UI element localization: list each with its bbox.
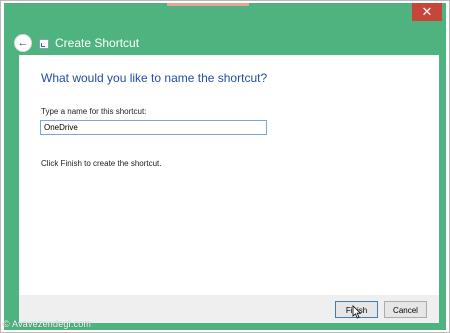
create-shortcut-window: ✕ ← Create Shortcut What would you like … (4, 3, 446, 330)
wizard-heading: What would you like to name the shortcut… (41, 71, 268, 85)
wizard-content: What would you like to name the shortcut… (19, 55, 439, 295)
taskbar-accent (167, 3, 249, 6)
finish-instruction: Click Finish to create the shortcut. (41, 159, 162, 168)
close-icon: ✕ (421, 4, 433, 19)
watermark: © Avavezendegi.com (3, 319, 92, 329)
title-bar: ← Create Shortcut (14, 33, 139, 53)
window-title: Create Shortcut (55, 36, 140, 50)
name-field-label: Type a name for this shortcut: (41, 107, 147, 116)
mouse-cursor-icon (352, 305, 362, 319)
back-arrow-icon: ← (17, 37, 29, 49)
cancel-button[interactable]: Cancel (384, 301, 427, 318)
back-button[interactable]: ← (14, 34, 32, 52)
shortcut-icon (39, 39, 49, 49)
close-button[interactable]: ✕ (412, 3, 442, 21)
shortcut-name-input[interactable] (40, 120, 267, 135)
